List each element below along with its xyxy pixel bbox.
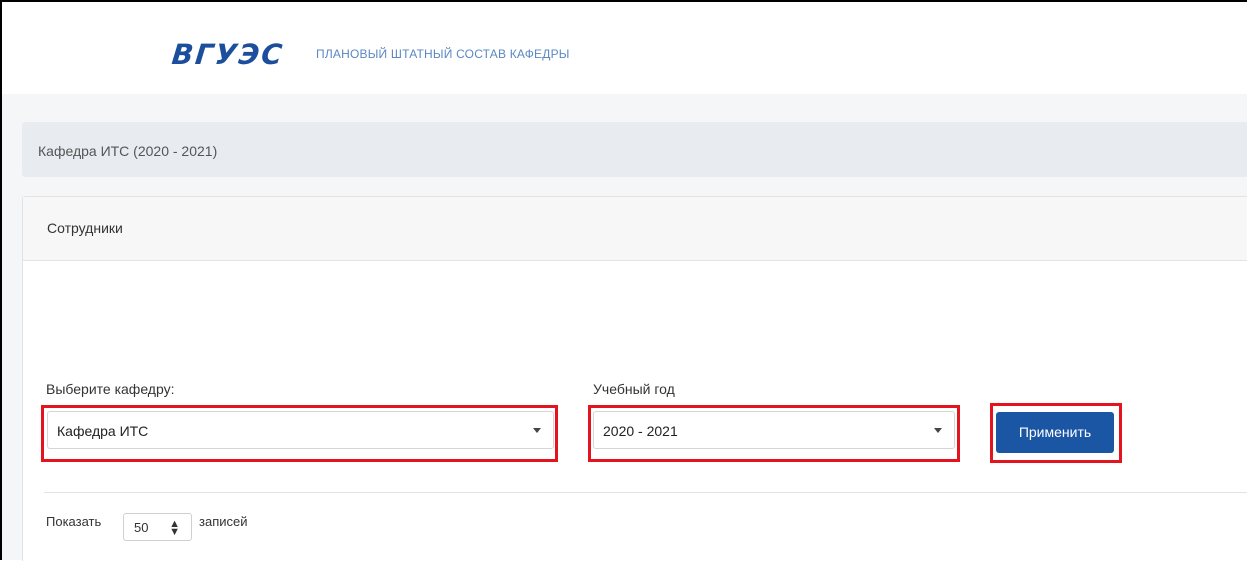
page-length-select[interactable]: 50 ▲ ▼: [123, 513, 192, 541]
length-prefix: Показать: [46, 514, 102, 529]
year-highlight-box: [588, 405, 960, 462]
department-label: Выберите кафедру:: [46, 381, 175, 397]
divider: [44, 492, 1247, 493]
header-title: ПЛАНОВЫЙ ШТАТНЫЙ СОСТАВ КАФЕДРЫ: [316, 47, 570, 61]
sort-updown-icon: ▲ ▼: [169, 518, 180, 538]
year-label: Учебный год: [593, 381, 675, 397]
app-header: ВГУЭС ПЛАНОВЫЙ ШТАТНЫЙ СОСТАВ КАФЕДРЫ: [2, 2, 1247, 94]
page-length-value: 50: [134, 520, 149, 535]
breadcrumb: Кафедра ИТС (2020 - 2021): [22, 122, 1247, 177]
card-title: Сотрудники: [47, 220, 123, 236]
card-header: Сотрудники: [23, 197, 1247, 261]
breadcrumb-text: Кафедра ИТС (2020 - 2021): [38, 143, 218, 159]
apply-highlight-box: [990, 403, 1122, 463]
length-suffix: записей: [199, 514, 248, 529]
employees-card: Сотрудники: [22, 196, 1247, 561]
logo[interactable]: ВГУЭС: [170, 38, 285, 71]
department-highlight-box: [41, 405, 558, 462]
